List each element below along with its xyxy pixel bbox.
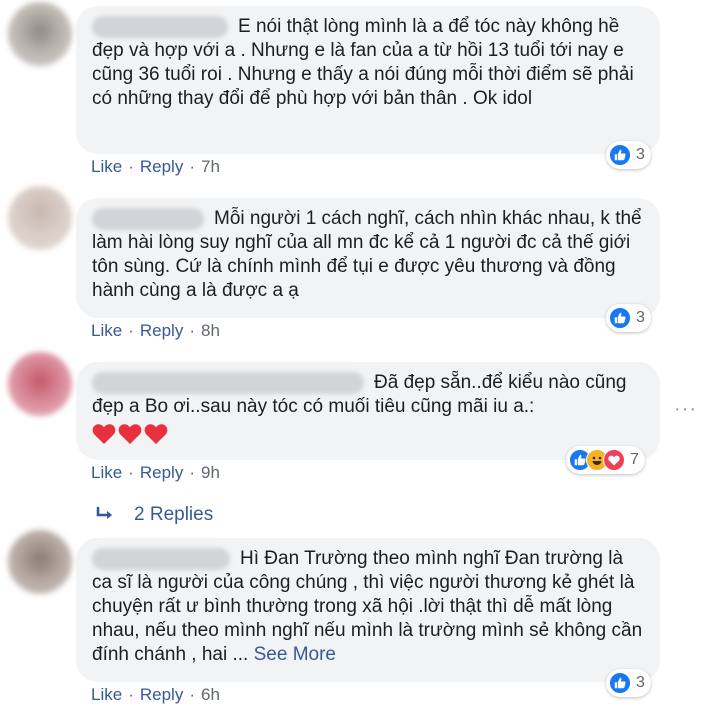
separator-dot: ·	[128, 685, 134, 704]
like-reaction-icon	[609, 672, 631, 694]
reply-button[interactable]: Reply	[140, 463, 183, 483]
author-name-blurred[interactable]	[92, 372, 364, 394]
comment-timestamp[interactable]: 6h	[201, 685, 220, 705]
red-heart-icon	[144, 423, 168, 445]
comment-bubble: Hì Đan Trường theo mình nghĩ Đan trường …	[76, 538, 660, 682]
avatar[interactable]	[8, 352, 72, 416]
like-button[interactable]: Like	[91, 157, 122, 177]
comment-actions: Like · Reply · 9h	[91, 463, 220, 483]
heart-emojis	[92, 423, 644, 445]
like-reaction-icon	[609, 144, 631, 166]
author-name-blurred[interactable]	[92, 16, 228, 38]
avatar[interactable]	[8, 186, 72, 250]
comment-actions: Like · Reply · 8h	[91, 321, 220, 341]
avatar[interactable]	[8, 2, 72, 66]
author-name-blurred[interactable]	[92, 208, 204, 230]
reaction-count: 7	[630, 451, 639, 468]
replies-count-label: 2 Replies	[134, 504, 214, 525]
comment-bubble: Đã đẹp sẵn..để kiểu nào cũng đẹp a Bo ơi…	[76, 362, 660, 460]
reaction-badge[interactable]: 7	[566, 446, 645, 474]
separator-dot: ·	[189, 463, 195, 482]
red-heart-icon	[92, 423, 116, 445]
avatar[interactable]	[8, 530, 72, 594]
author-name-blurred[interactable]	[92, 548, 230, 570]
view-replies-link[interactable]: 2 Replies	[96, 504, 213, 526]
comment-timestamp[interactable]: 7h	[201, 157, 220, 177]
separator-dot: ·	[189, 685, 195, 704]
red-heart-icon	[118, 423, 142, 445]
like-button[interactable]: Like	[91, 463, 122, 483]
reaction-badge[interactable]: 3	[606, 141, 651, 169]
reaction-badge[interactable]: 3	[606, 669, 651, 697]
reaction-badge[interactable]: 3	[606, 304, 651, 332]
reply-button[interactable]: Reply	[140, 321, 183, 341]
separator-dot: ·	[128, 321, 134, 340]
like-reaction-icon	[609, 307, 631, 329]
comment-text-block: E nói thật lòng mình là a để tóc này khô…	[92, 15, 644, 111]
reaction-count: 3	[636, 309, 645, 326]
comment-bubble: Mỗi người 1 cách nghĩ, cách nhìn khác nh…	[76, 198, 660, 318]
separator-dot: ·	[189, 157, 195, 176]
comment-timestamp[interactable]: 8h	[201, 321, 220, 341]
comment-bubble: E nói thật lòng mình là a để tóc này khô…	[76, 6, 660, 154]
more-options-icon[interactable]: ···	[674, 398, 697, 421]
reaction-count: 3	[636, 146, 645, 163]
love-reaction-icon	[603, 449, 625, 471]
reply-arrow-icon	[96, 506, 112, 519]
reaction-count: 3	[636, 674, 645, 691]
separator-dot: ·	[128, 463, 134, 482]
comment-timestamp[interactable]: 9h	[201, 463, 220, 483]
reply-button[interactable]: Reply	[140, 685, 183, 705]
reply-button[interactable]: Reply	[140, 157, 183, 177]
comment-text-block: Mỗi người 1 cách nghĩ, cách nhìn khác nh…	[92, 207, 644, 303]
comment-actions: Like · Reply · 7h	[91, 157, 220, 177]
comment-text-block: Hì Đan Trường theo mình nghĩ Đan trường …	[92, 547, 644, 667]
comment-text-block: Đã đẹp sẵn..để kiểu nào cũng đẹp a Bo ơi…	[92, 371, 644, 419]
like-button[interactable]: Like	[91, 321, 122, 341]
comment-actions: Like · Reply · 6h	[91, 685, 220, 705]
like-button[interactable]: Like	[91, 685, 122, 705]
see-more-link[interactable]: See More	[254, 644, 336, 665]
separator-dot: ·	[128, 157, 134, 176]
separator-dot: ·	[189, 321, 195, 340]
